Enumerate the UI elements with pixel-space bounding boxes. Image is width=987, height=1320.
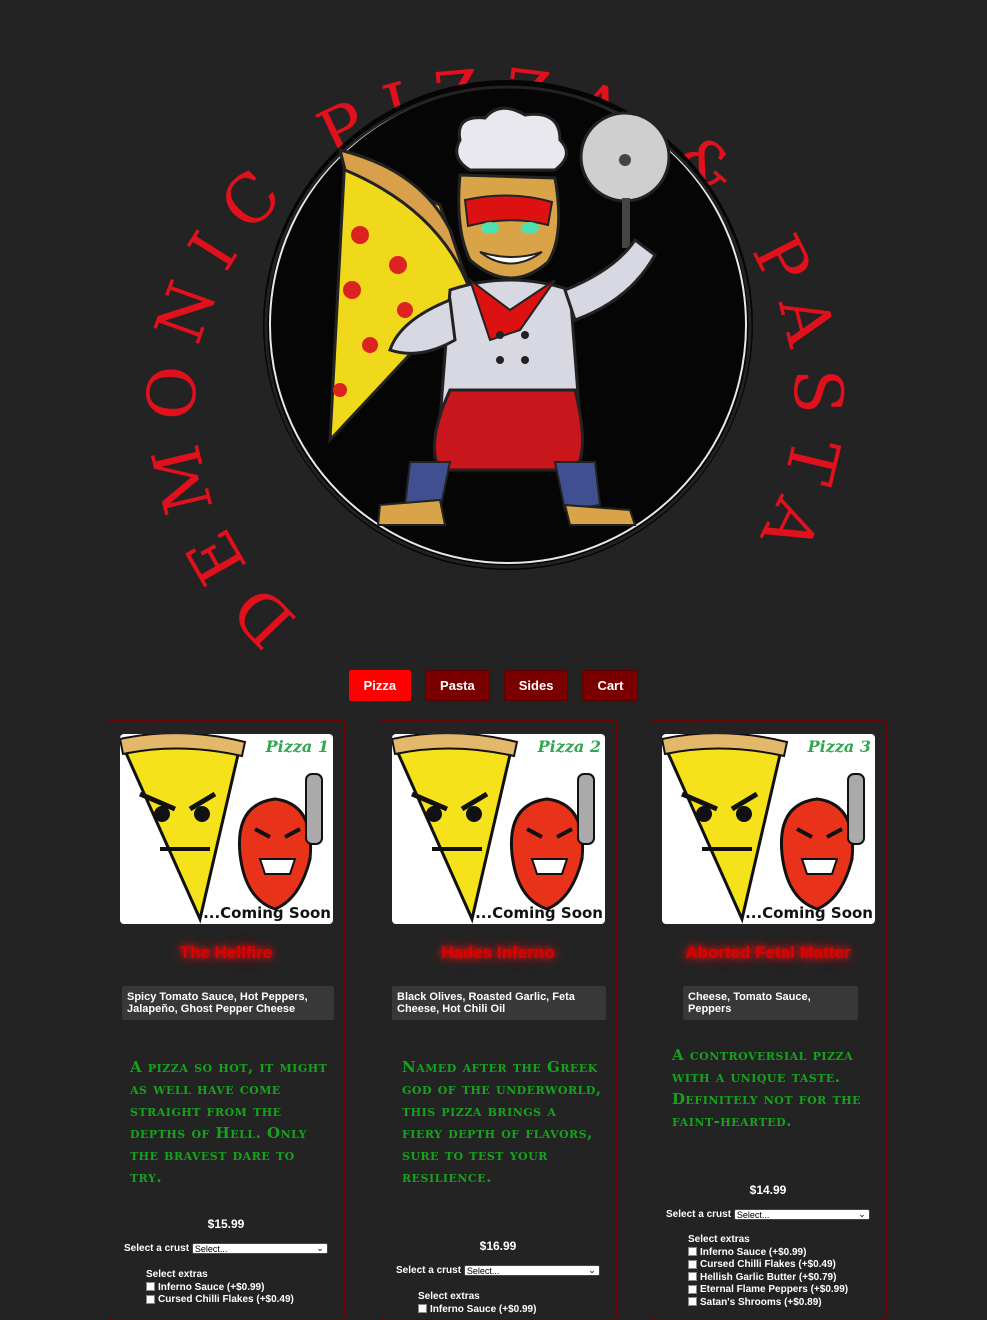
- crust-selector: Select a crust Select... ⌄: [396, 1265, 600, 1276]
- crust-selector: Select a crust Select... ⌄: [666, 1209, 870, 1220]
- chevron-down-icon: ⌄: [588, 1265, 596, 1275]
- logo: DEMONIC PIZZA & PASTA: [0, 0, 987, 660]
- product-price: $15.99: [207, 1217, 245, 1231]
- extras-title: Select extras: [688, 1234, 750, 1245]
- image-caption: ...Coming Soon: [475, 904, 603, 922]
- nav-cart-button[interactable]: Cart: [582, 670, 639, 701]
- crust-label: Select a crust: [124, 1243, 190, 1255]
- extras-title: Select extras: [418, 1291, 480, 1302]
- product-ingredients: Cheese, Tomato Sauce, Peppers: [683, 986, 858, 1020]
- crust-select-value: Select...: [194, 1244, 228, 1254]
- extra-option[interactable]: Cursed Chilli Flakes (+$0.49): [146, 1294, 294, 1307]
- nav-pasta-button[interactable]: Pasta: [425, 670, 490, 701]
- main-nav: Pizza Pasta Sides Cart: [0, 670, 987, 701]
- extra-checkbox[interactable]: [146, 1282, 155, 1292]
- image-label: Pizza 1: [265, 737, 329, 756]
- product-image: Pizza 3 ...Coming Soon: [662, 734, 875, 924]
- product-image: Pizza 2 ...Coming Soon: [392, 734, 605, 924]
- product-description: Named after the Greek god of the underwo…: [402, 1058, 602, 1186]
- extra-checkbox[interactable]: [418, 1304, 427, 1314]
- extra-checkbox[interactable]: [688, 1272, 697, 1282]
- crust-select-value: Select...: [466, 1266, 500, 1276]
- extra-checkbox[interactable]: [146, 1294, 155, 1304]
- extras-list: Select extras Inferno Sauce (+$0.99) Cur…: [688, 1234, 848, 1309]
- extra-label: Satan's Shrooms (+$0.89): [700, 1296, 822, 1308]
- crust-selector: Select a crust Select... ⌄: [124, 1243, 328, 1254]
- chevron-down-icon: ⌄: [316, 1243, 324, 1253]
- product-card: Pizza 2 ...Coming Soon Hades Inferno Bla…: [379, 720, 617, 1320]
- extra-label: Inferno Sauce (+$0.99): [158, 1281, 265, 1293]
- extra-label: Cursed Chilli Flakes (+$0.49): [700, 1259, 836, 1270]
- product-card: Pizza 1 ...Coming Soon The Hellfire Spic…: [107, 720, 345, 1320]
- product-ingredients: Black Olives, Roasted Garlic, Feta Chees…: [392, 986, 606, 1020]
- product-price: $14.99: [749, 1183, 787, 1197]
- product-name: The Hellfire: [179, 943, 273, 962]
- demonic-chef-logo: DEMONIC PIZZA & PASTA: [132, 54, 836, 660]
- product-image: Pizza 1 ...Coming Soon: [120, 734, 333, 924]
- image-label: Pizza 3: [807, 737, 871, 756]
- extra-label: Cursed Chilli Flakes (+$0.49): [158, 1294, 294, 1305]
- extra-label: Inferno Sauce (+$0.99): [700, 1246, 807, 1258]
- crust-select[interactable]: Select... ⌄: [191, 1243, 328, 1254]
- product-card: Pizza 3 ...Coming Soon Aborted Fetal Mat…: [649, 720, 887, 1320]
- extra-checkbox[interactable]: [688, 1297, 697, 1307]
- crust-select-value: Select...: [736, 1210, 770, 1220]
- product-description: A pizza so hot, it might as well have co…: [130, 1058, 328, 1186]
- extra-label: Eternal Flame Peppers (+$0.99): [700, 1284, 849, 1295]
- extra-option[interactable]: Hellish Garlic Butter (+$0.79): [688, 1272, 848, 1285]
- nav-pizza-button[interactable]: Pizza: [348, 670, 412, 701]
- extra-option[interactable]: Eternal Flame Peppers (+$0.99): [688, 1284, 848, 1297]
- product-price: $16.99: [479, 1239, 517, 1253]
- extra-checkbox[interactable]: [688, 1284, 697, 1294]
- image-caption: ...Coming Soon: [745, 904, 873, 922]
- extra-option[interactable]: Cursed Chilli Flakes (+$0.49): [688, 1259, 848, 1272]
- extras-title: Select extras: [146, 1269, 208, 1280]
- product-name: Hades Inferno: [441, 943, 555, 962]
- crust-label: Select a crust: [666, 1209, 732, 1221]
- crust-label: Select a crust: [396, 1265, 462, 1277]
- nav-sides-button[interactable]: Sides: [503, 670, 569, 701]
- extra-label: Hellish Garlic Butter (+$0.79): [700, 1271, 837, 1283]
- extras-list: Select extras Inferno Sauce (+$0.99) Cur…: [146, 1269, 294, 1307]
- crust-select[interactable]: Select... ⌄: [733, 1209, 870, 1220]
- product-name: Aborted Fetal Matter: [685, 943, 851, 962]
- image-caption: ...Coming Soon: [203, 904, 331, 922]
- crust-select[interactable]: Select... ⌄: [463, 1265, 600, 1276]
- extra-option[interactable]: Satan's Shrooms (+$0.89): [688, 1297, 848, 1310]
- product-description: A controversial pizza with a unique tast…: [672, 1046, 861, 1130]
- extra-checkbox[interactable]: [688, 1247, 697, 1257]
- chevron-down-icon: ⌄: [858, 1209, 866, 1219]
- extra-option[interactable]: Inferno Sauce (+$0.99): [688, 1247, 848, 1260]
- product-ingredients: Spicy Tomato Sauce, Hot Peppers, Jalapeñ…: [122, 986, 334, 1020]
- extras-list: Select extras Inferno Sauce (+$0.99): [418, 1291, 536, 1316]
- extra-checkbox[interactable]: [688, 1259, 697, 1269]
- extra-label: Inferno Sauce (+$0.99): [430, 1303, 537, 1315]
- extra-option[interactable]: Inferno Sauce (+$0.99): [146, 1282, 294, 1295]
- image-label: Pizza 2: [537, 737, 601, 756]
- extra-option[interactable]: Inferno Sauce (+$0.99): [418, 1304, 536, 1317]
